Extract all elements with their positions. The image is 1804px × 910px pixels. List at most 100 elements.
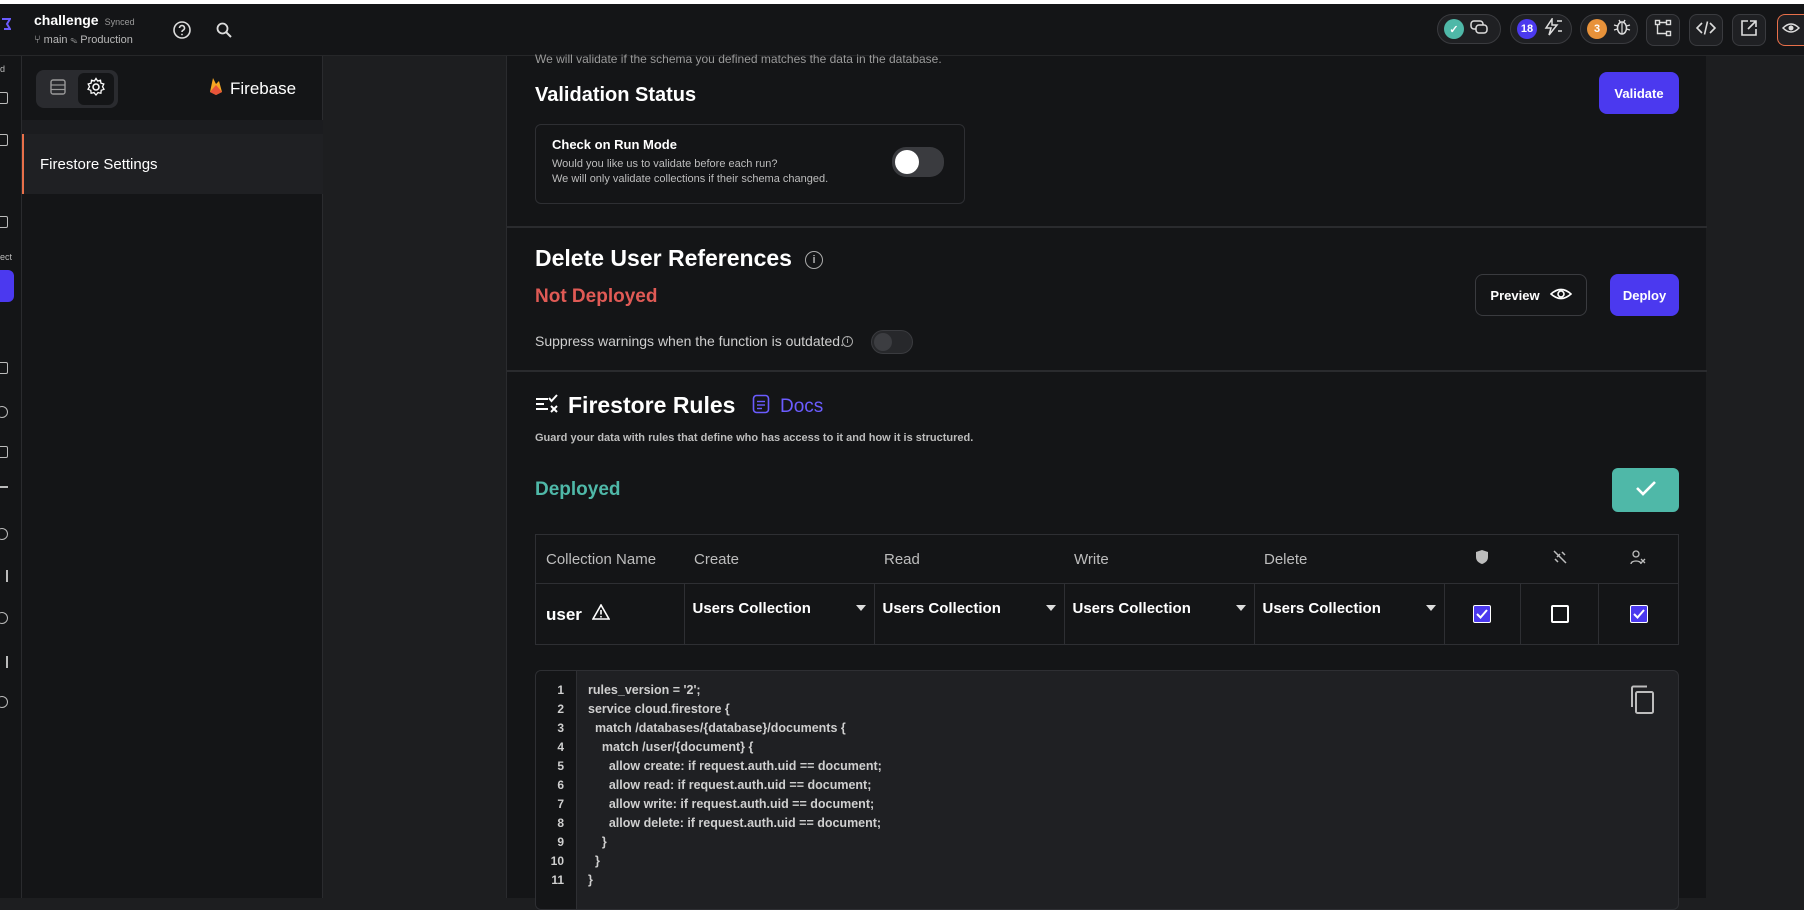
suppress-warnings-label: Suppress warnings when the function is o… [535, 333, 844, 349]
rail-assets-icon[interactable] [0, 362, 8, 374]
chevron-down-icon [1235, 605, 1246, 611]
environment-name: Production [80, 34, 133, 46]
col-create: Create [684, 534, 874, 584]
help-icon[interactable] [172, 20, 192, 40]
branch-graph-icon [1654, 19, 1672, 42]
preview-label: Preview [1490, 287, 1540, 303]
create-select[interactable]: Users Collection [684, 583, 875, 645]
table-row: user Users Collection Users Collection U… [535, 583, 1679, 645]
rail-library-icon[interactable] [0, 696, 8, 708]
no-user-checkbox[interactable] [1629, 605, 1648, 623]
open-external-button[interactable] [1732, 14, 1766, 46]
rail-page-icon[interactable] [0, 134, 8, 146]
rail-list-icon[interactable] [0, 174, 8, 186]
warning-icon[interactable] [591, 602, 611, 624]
info-icon[interactable]: i [805, 251, 823, 269]
window-top-border [0, 0, 1804, 4]
rules-title: Firestore Rules [568, 392, 736, 418]
section-divider [507, 226, 1707, 228]
chevron-down-icon [1045, 605, 1056, 611]
view-toggle [36, 70, 118, 108]
rail-media-icon[interactable] [0, 446, 8, 458]
check-run-mode-desc-2: We will only validate collections if the… [552, 173, 829, 185]
code-line: service cloud.firestore { [588, 702, 730, 716]
branch-graph-button[interactable] [1646, 14, 1680, 46]
rail-settings-icon[interactable] [0, 486, 8, 498]
code-view-button[interactable] [1689, 14, 1723, 46]
status-pill[interactable]: ✓ [1437, 14, 1501, 44]
line-number: 9 [557, 835, 564, 849]
rail-api-icon[interactable] [0, 320, 8, 332]
authenticated-checkbox[interactable] [1473, 605, 1492, 623]
rail-cloud-icon[interactable] [0, 528, 8, 540]
rules-table: Collection Name Create Read Write Delete [535, 534, 1679, 645]
ai-pill[interactable]: 18 [1510, 14, 1572, 44]
chat-icon [1470, 19, 1488, 40]
rail-storyboard-icon[interactable] [0, 216, 8, 228]
firebase-flame-icon [208, 76, 224, 101]
code-line: allow write: if request.auth.uid == docu… [588, 797, 875, 811]
app-logo-icon[interactable] [0, 14, 12, 34]
rail-widget-icon[interactable] [0, 92, 8, 104]
rules-code-editor[interactable]: 1 2 3 4 5 6 7 8 9 10 11 rules_version = … [535, 670, 1679, 910]
suppress-warnings-toggle[interactable] [871, 330, 913, 354]
chevron-down-icon [855, 605, 866, 611]
preview-button[interactable]: Preview [1475, 274, 1587, 316]
rail-test-icon[interactable] [0, 656, 8, 668]
delete-select-value: Users Collection [1262, 599, 1381, 617]
delete-select[interactable]: Users Collection [1254, 583, 1445, 645]
rail-data-icon[interactable] [0, 270, 14, 302]
rules-subtitle: Guard your data with rules that define w… [535, 432, 974, 444]
preview-mode-button[interactable] [1777, 14, 1804, 46]
section-divider [507, 370, 1707, 372]
docs-link[interactable]: Docs [752, 394, 823, 420]
line-number: 6 [557, 778, 564, 792]
code-line: allow delete: if request.auth.uid == doc… [588, 816, 882, 830]
check-run-mode-desc-1: Would you like us to validate before eac… [552, 158, 778, 170]
bugs-pill[interactable]: 3 [1580, 14, 1638, 44]
line-number: 11 [551, 873, 564, 887]
check-run-mode-card: Check on Run Mode Would you like us to v… [535, 124, 965, 204]
lightning-icon [1543, 16, 1563, 41]
database-tab[interactable] [40, 73, 76, 105]
line-number: 10 [550, 854, 564, 868]
settings-tab[interactable] [78, 73, 114, 105]
validate-button[interactable]: Validate [1599, 72, 1679, 114]
branch-info: ⑂ main ✎ Production [34, 34, 135, 46]
col-no-user [1598, 534, 1679, 584]
rail-plugin-icon[interactable] [0, 612, 8, 624]
code-line: } [588, 873, 593, 887]
copy-icon[interactable] [1628, 685, 1656, 720]
code-line: match /user/{document} { [588, 740, 754, 754]
code-line: allow read: if request.auth.uid == docum… [588, 778, 872, 792]
project-name: challenge [34, 12, 99, 28]
deploy-button[interactable]: Deploy [1610, 274, 1679, 316]
ai-count-badge: 18 [1517, 19, 1537, 39]
run-mode-toggle[interactable] [892, 147, 944, 177]
write-select[interactable]: Users Collection [1064, 583, 1255, 645]
branch-icon: ⑂ [34, 34, 41, 46]
code-line: rules_version = '2'; [588, 683, 701, 697]
project-info[interactable]: challenge Synced ⑂ main ✎ Production [34, 12, 135, 46]
suppress-info-icon[interactable]: i [842, 336, 853, 347]
deployed-check-button[interactable] [1612, 468, 1679, 512]
read-select[interactable]: Users Collection [874, 583, 1065, 645]
database-icon [49, 78, 67, 101]
firebase-brand: Firebase [208, 76, 296, 101]
rules-checklist-icon [535, 394, 559, 419]
validation-title: Validation Status [535, 84, 697, 106]
authenticated-cell [1444, 583, 1521, 645]
rail-theme-icon[interactable] [0, 406, 8, 418]
code-icon [1695, 20, 1717, 41]
unauthenticated-checkbox[interactable] [1550, 605, 1569, 623]
collection-cell: user [535, 583, 685, 645]
line-number: 1 [557, 683, 564, 697]
sidebar-item-firestore-settings[interactable]: Firestore Settings [22, 134, 323, 194]
sidebar-item-label: Firestore Settings [40, 155, 158, 173]
rail-action-icon[interactable] [0, 570, 8, 582]
firebase-label: Firebase [230, 78, 297, 98]
docs-label: Docs [780, 396, 824, 417]
check-run-mode-title: Check on Run Mode [552, 137, 677, 152]
branch-name: main [43, 34, 68, 46]
search-icon[interactable] [214, 20, 234, 40]
